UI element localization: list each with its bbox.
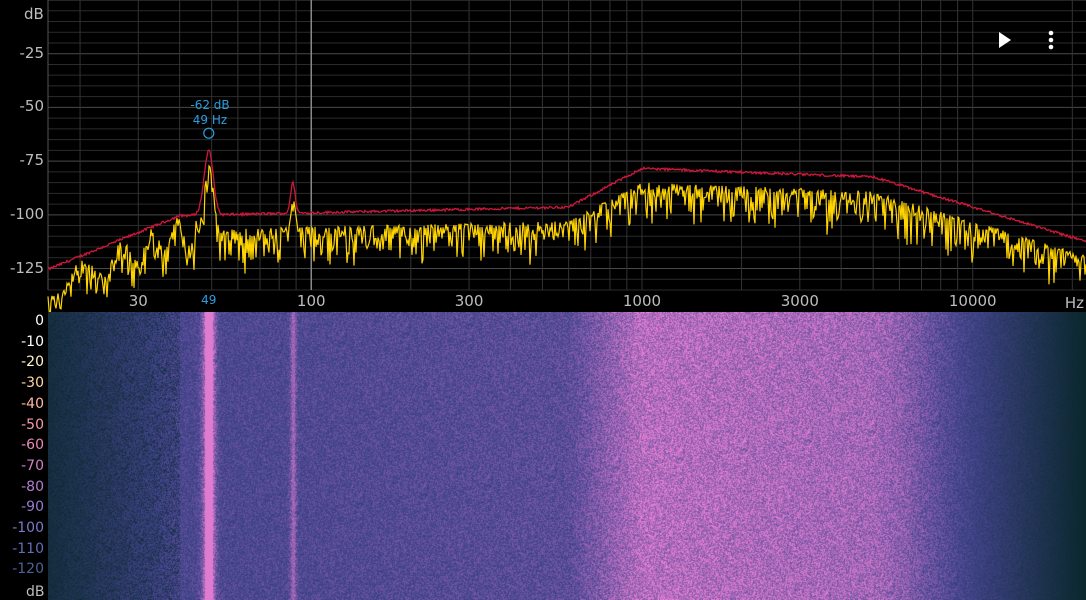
waterfall-db-tick: -40 — [21, 395, 44, 412]
more-vert-icon — [1048, 30, 1054, 50]
waterfall-db-tick: -100 — [12, 520, 44, 536]
peak-hz-value: 49 Hz — [192, 113, 228, 127]
waterfall-db-tick: -30 — [21, 375, 44, 392]
spectrum-analyzer-screen: dB -25 -50 -75 -100 -125 30 100 300 1000 3000 100… — [0, 0, 1086, 600]
spectrum-plot — [47, 0, 1086, 312]
peak-marker — [203, 127, 215, 139]
waterfall-db-tick: -110 — [12, 540, 44, 557]
db-tick-label: -50 — [19, 97, 45, 116]
spectrum-traces — [47, 127, 1086, 312]
waterfall-db-tick: -120 — [12, 561, 44, 578]
hz-tick-label: 30 — [128, 292, 148, 310]
play-icon — [999, 32, 1011, 48]
waterfall-db-tick: -50 — [21, 416, 44, 433]
peak-readout: -62 dB 49 Hz — [188, 98, 232, 128]
waterfall-db-tick: -60 — [21, 437, 44, 454]
db-tick-label: -25 — [19, 43, 45, 62]
waterfall-db-tick: -20 — [21, 354, 44, 371]
waterfall-db-tick: -80 — [21, 478, 44, 495]
hz-tick-label: 100 — [296, 292, 326, 310]
spectrum-grid — [47, 0, 1086, 291]
peak-hz-axis-marker: 49 — [201, 293, 217, 307]
db-axis-unit: dB — [24, 5, 44, 23]
hz-tick-label: 300 — [454, 292, 484, 310]
waterfall-db-tick: -90 — [21, 499, 44, 516]
waterfall-db-tick: 0 — [35, 313, 44, 329]
waterfall-db-tick: -70 — [21, 457, 44, 474]
hz-tick-label: 10000 — [948, 292, 997, 310]
hz-tick-label: 1000 — [622, 292, 662, 310]
waterfall-db-scale: 0 -10 -20 -30 -40 -50 -60 -70 -80 -90 -100 -110 -120 — [0, 312, 48, 600]
db-tick-label: -75 — [19, 151, 45, 170]
waterfall-db-unit: dB — [26, 584, 45, 600]
db-tick-label: -100 — [9, 204, 44, 223]
waterfall-db-tick: -10 — [21, 333, 44, 350]
spectrogram-waterfall — [48, 312, 1086, 600]
peak-hold-trace — [47, 149, 1086, 271]
db-tick-label: -125 — [9, 258, 44, 277]
play-button[interactable] — [990, 25, 1020, 55]
more-options-button[interactable] — [1036, 25, 1066, 55]
peak-db-value: -62 dB — [190, 98, 230, 112]
hz-axis-unit: Hz — [1064, 294, 1084, 312]
hz-tick-label: 3000 — [780, 292, 819, 310]
